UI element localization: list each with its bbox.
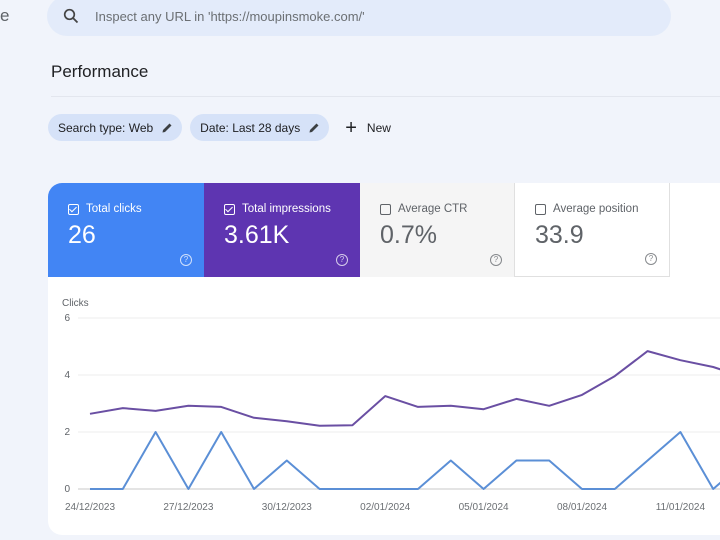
sidebar-fragment[interactable]: e (0, 6, 9, 26)
search-type-filter-chip[interactable]: Search type: Web (48, 114, 183, 141)
plus-icon: + (345, 116, 357, 139)
chip-label: Search type: Web (58, 120, 154, 135)
help-icon[interactable]: ? (180, 254, 192, 266)
x-tick-label: 27/12/2023 (163, 502, 213, 513)
checkbox-unchecked-icon[interactable] (380, 203, 391, 215)
search-icon (63, 8, 79, 24)
metric-value: 3.61K (224, 221, 290, 249)
series-line-impressions (89, 350, 720, 427)
help-icon[interactable]: ? (645, 253, 657, 265)
filter-bar: Search type: Web Date: Last 28 days + Ne… (48, 114, 391, 141)
performance-chart: Clicks 0 2 4 6 24/12/2023 27/12/2023 30/12/202… (48, 293, 720, 533)
chart-svg: 0 2 4 6 24/12/2023 27/12/2023 30/12/2023 02/01/… (64, 313, 720, 513)
pencil-icon (162, 123, 172, 132)
metric-label: Average CTR (398, 203, 468, 215)
series-line-clicks (90, 431, 720, 490)
metric-tabs: Total clicks 26 ? Total impressions 3.61… (48, 183, 720, 277)
x-tick-label: 11/01/2024 (656, 502, 706, 513)
metric-label: Total clicks (86, 203, 142, 215)
x-tick-label: 30/12/2023 (262, 502, 312, 513)
metric-average-position[interactable]: Average position 33.9 ? (515, 183, 670, 277)
metric-value: 33.9 (535, 221, 584, 249)
performance-card: Total clicks 26 ? Total impressions 3.61… (48, 183, 720, 535)
y-tick-label: 4 (64, 370, 70, 381)
checkbox-checked-icon[interactable] (224, 203, 235, 215)
chip-label: Date: Last 28 days (200, 120, 301, 135)
y-tick-label: 6 (64, 313, 70, 324)
divider (51, 96, 720, 97)
metric-total-impressions[interactable]: Total impressions 3.61K ? (204, 183, 360, 277)
date-filter-chip[interactable]: Date: Last 28 days (190, 114, 330, 141)
x-tick-label: 02/01/2024 (360, 502, 410, 513)
checkbox-unchecked-icon[interactable] (535, 203, 546, 215)
help-icon[interactable]: ? (336, 254, 348, 266)
y-tick-label: 2 (64, 427, 70, 438)
url-inspection-input[interactable] (93, 7, 617, 25)
new-label: New (366, 120, 391, 135)
metric-label: Average position (553, 203, 639, 215)
help-icon[interactable]: ? (490, 254, 502, 266)
x-tick-label: 08/01/2024 (557, 502, 607, 513)
metric-value: 26 (68, 221, 96, 249)
x-tick-label: 24/12/2023 (65, 502, 115, 513)
url-inspection-search[interactable] (47, 0, 671, 36)
page-title: Performance (51, 62, 149, 81)
metric-label: Total impressions (242, 203, 331, 215)
metric-average-ctr[interactable]: Average CTR 0.7% ? (360, 183, 515, 277)
checkbox-checked-icon[interactable] (68, 203, 79, 215)
x-tick-label: 05/01/2024 (459, 502, 509, 513)
new-filter-button[interactable]: + New (345, 118, 391, 138)
pencil-icon (309, 123, 319, 132)
y-tick-label: 0 (64, 484, 70, 495)
metric-value: 0.7% (380, 221, 437, 249)
metric-total-clicks[interactable]: Total clicks 26 ? (48, 183, 204, 277)
